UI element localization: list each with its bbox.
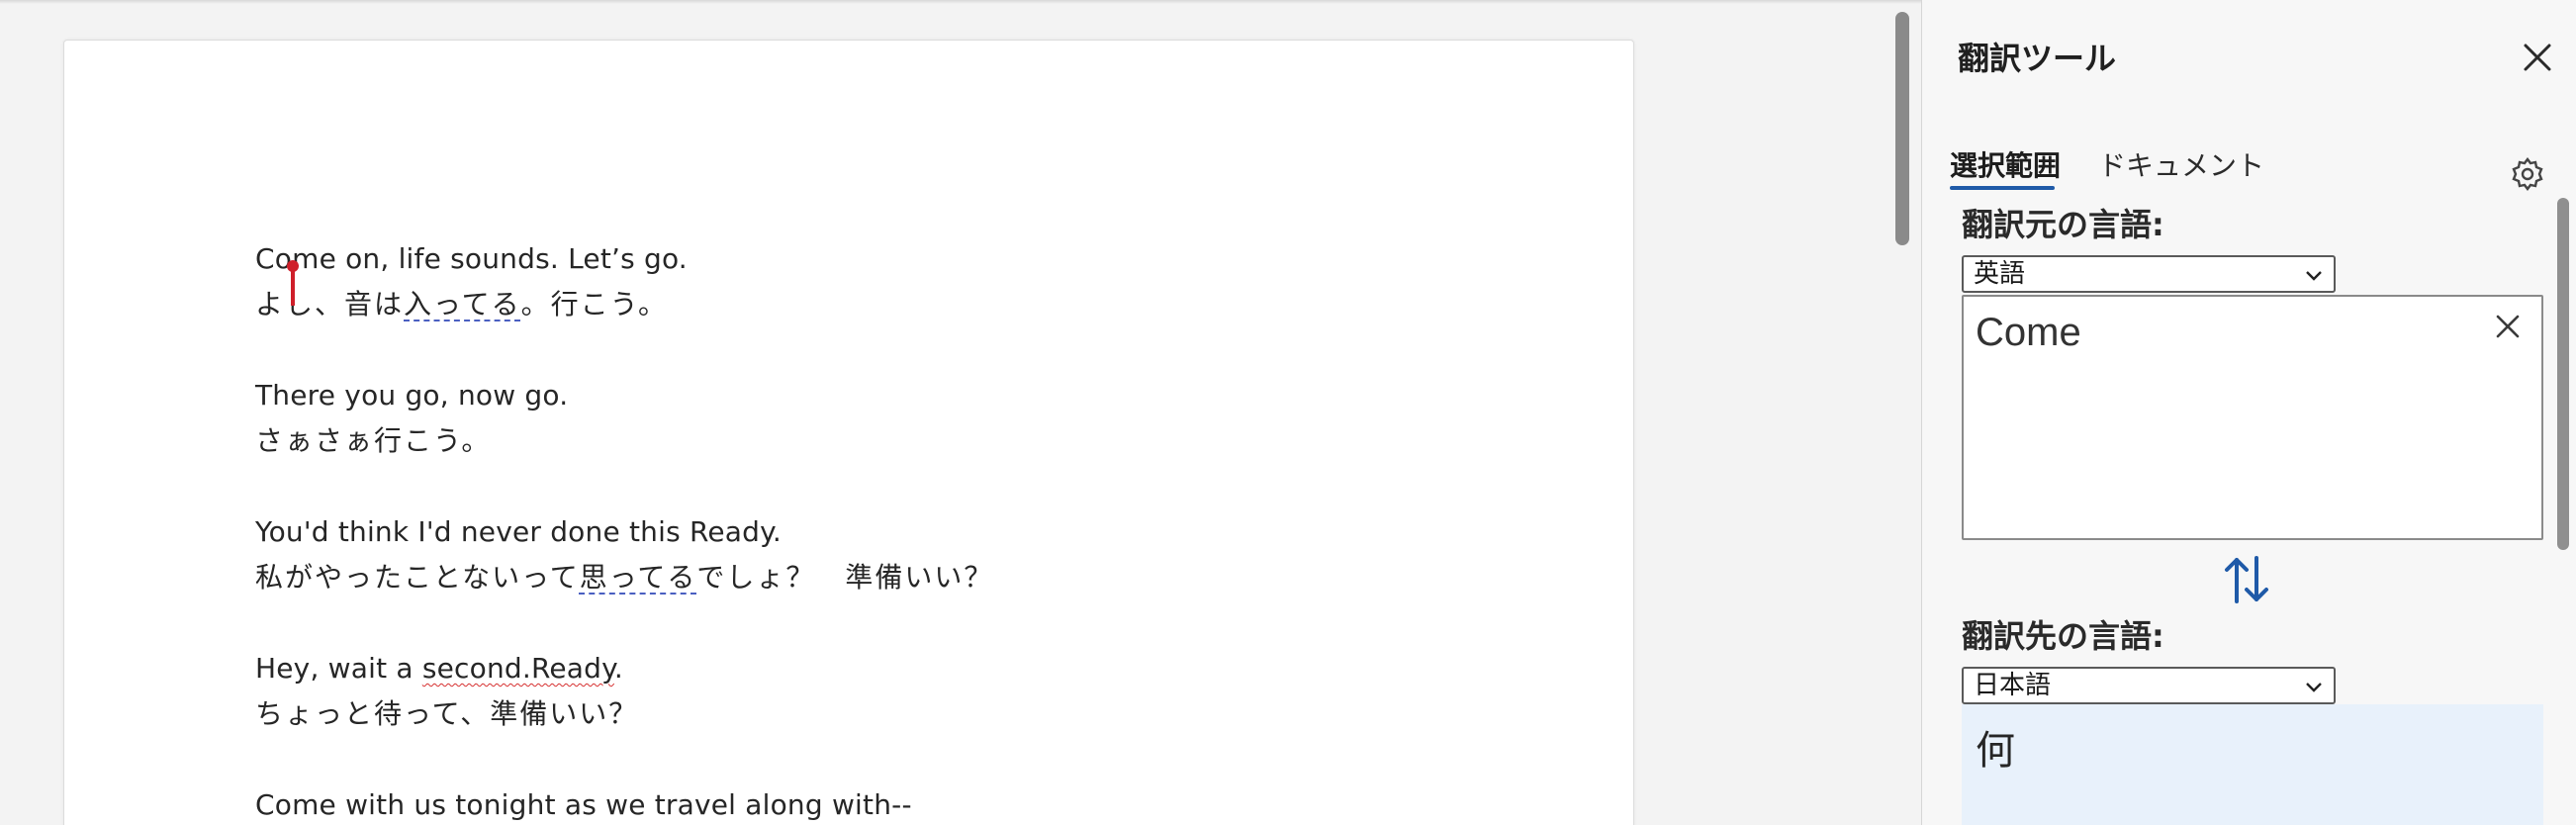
translation-output[interactable]: 何 bbox=[1962, 704, 2543, 825]
close-icon bbox=[2524, 44, 2551, 71]
cursor-caret bbox=[291, 266, 296, 306]
clear-source-button[interactable] bbox=[2488, 307, 2528, 346]
document-page[interactable]: Co me on, life sounds. Let’s go. よし、音は入って… bbox=[63, 40, 1634, 825]
target-language-select[interactable]: 日本語 bbox=[1962, 667, 2336, 704]
text-segment: さぁさぁ行こう。 bbox=[255, 424, 492, 457]
tab-document[interactable]: ドキュメント bbox=[2096, 140, 2266, 188]
text-segment: Co bbox=[255, 242, 293, 275]
swap-arrows-icon bbox=[2225, 556, 2268, 603]
source-language-label: 翻訳元の言語: bbox=[1962, 206, 2164, 243]
text-segment: よし、音は bbox=[255, 288, 405, 321]
settings-button[interactable] bbox=[2508, 154, 2547, 194]
pane-scrollbar[interactable] bbox=[2557, 198, 2569, 550]
text-segment: 。行こう。 bbox=[520, 288, 668, 321]
text-segment: There you go, now go. bbox=[255, 379, 569, 412]
text-line[interactable]: さぁさぁ行こう。 bbox=[255, 418, 1541, 464]
text-segment: me on, life sounds. Let’s go. bbox=[292, 242, 688, 275]
source-language-value: 英語 bbox=[1974, 259, 2026, 289]
text-line[interactable]: ちょっと待って、準備いい？ bbox=[255, 691, 1541, 737]
target-language-value: 日本語 bbox=[1974, 671, 2052, 700]
pane-header: 翻訳ツール bbox=[1922, 0, 2576, 111]
spelling-error[interactable]: second.Ready bbox=[422, 652, 614, 685]
source-text: Come bbox=[1976, 311, 2081, 354]
toolbar-shadow bbox=[0, 0, 1921, 4]
chevron-down-icon bbox=[2306, 271, 2322, 281]
document-scrollbar[interactable] bbox=[1895, 12, 1909, 245]
text-line[interactable]: 私がやったことないって思ってるでしょ？ 準備いい？ bbox=[255, 555, 1541, 600]
translation-text: 何 bbox=[1976, 728, 2015, 774]
source-text-box[interactable]: Come bbox=[1962, 295, 2543, 540]
close-button[interactable] bbox=[2518, 38, 2557, 77]
document-area: Co me on, life sounds. Let’s go. よし、音は入って… bbox=[0, 0, 1921, 825]
text-line[interactable]: There you go, now go. bbox=[255, 373, 1541, 418]
text-segment: Come with us tonight as we travel along … bbox=[255, 788, 912, 821]
document-body[interactable]: Co me on, life sounds. Let’s go. よし、音は入って… bbox=[255, 236, 1541, 825]
gear-icon bbox=[2512, 157, 2543, 191]
grammar-suggestion[interactable]: 入ってる bbox=[404, 288, 521, 321]
text-line[interactable]: You'd think I'd never done this Ready. bbox=[255, 509, 1541, 555]
text-line[interactable]: Come with us tonight as we travel along … bbox=[255, 782, 1541, 825]
tab-label: ドキュメント bbox=[2098, 149, 2265, 182]
active-tab-indicator bbox=[1950, 186, 2055, 190]
clear-icon bbox=[2496, 315, 2520, 338]
text-segment: Hey, wait a bbox=[255, 652, 422, 685]
translator-pane: 翻訳ツール 選択範囲 ドキュメント 翻訳元の言語: 英語 Come 翻訳先の言語… bbox=[1921, 0, 2576, 825]
chevron-down-icon bbox=[2306, 683, 2322, 692]
target-language-label: 翻訳先の言語: bbox=[1962, 617, 2164, 655]
text-line[interactable]: よし、音は入ってる。行こう。 bbox=[255, 282, 1541, 327]
text-line[interactable]: Hey, wait a second.Ready. bbox=[255, 646, 1541, 691]
text-segment: でしょ？ 準備いい？ bbox=[696, 561, 994, 594]
grammar-suggestion[interactable]: 思ってる bbox=[580, 561, 697, 594]
swap-languages-button[interactable] bbox=[2219, 550, 2274, 609]
source-language-select[interactable]: 英語 bbox=[1962, 255, 2336, 293]
pane-title: 翻訳ツール bbox=[1958, 40, 2117, 77]
text-segment: ちょっと待って、準備いい？ bbox=[255, 697, 639, 730]
tab-selection[interactable]: 選択範囲 bbox=[1948, 140, 2063, 190]
text-segment: 私がやったことないって bbox=[255, 561, 580, 594]
text-segment: . bbox=[613, 652, 624, 685]
text-line[interactable]: Co me on, life sounds. Let’s go. bbox=[255, 236, 1541, 306]
tab-label: 選択範囲 bbox=[1950, 149, 2062, 182]
text-segment: You'd think I'd never done this Ready. bbox=[255, 515, 782, 548]
